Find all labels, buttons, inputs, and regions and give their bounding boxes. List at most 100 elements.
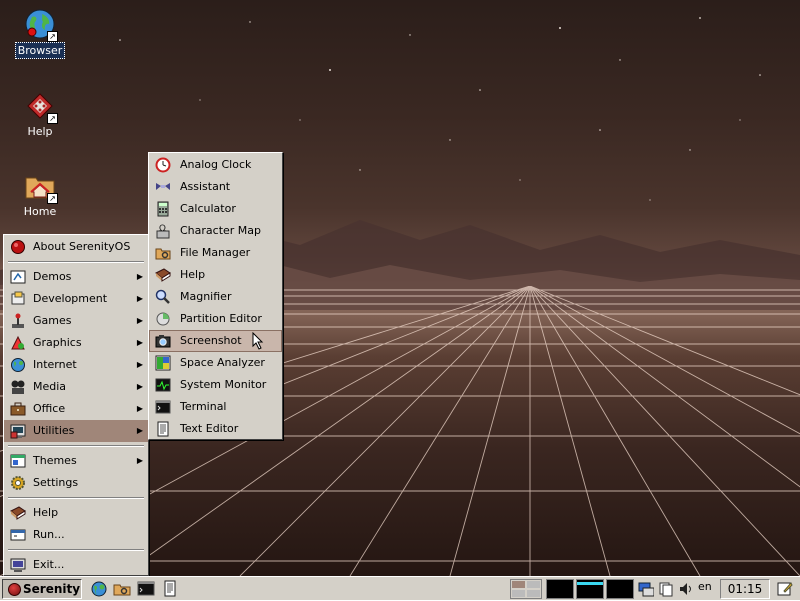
media-icon — [10, 379, 26, 395]
desktop-icon-browser[interactable]: ↗ Browser — [8, 8, 72, 59]
home-folder-icon: ↗ — [24, 170, 58, 204]
utilities-icon — [10, 423, 26, 439]
menu-item-office[interactable]: Office ▶ — [4, 398, 148, 420]
system-tray — [510, 579, 718, 599]
submenu-arrow-icon: ▶ — [136, 360, 143, 369]
terminal-icon — [137, 581, 155, 596]
submenu-arrow-icon: ▶ — [136, 294, 143, 303]
menu-separator — [4, 546, 148, 554]
system-monitor-icon — [155, 377, 171, 393]
clipboard-icon[interactable] — [658, 580, 674, 600]
run-icon — [10, 527, 26, 543]
quicklaunch-browser[interactable] — [90, 580, 108, 598]
development-icon — [10, 291, 26, 307]
submenu-arrow-icon: ▶ — [136, 426, 143, 435]
space-analyzer-icon — [155, 355, 171, 371]
memory-graph-icon — [576, 579, 604, 599]
workspace-grid-icon — [512, 581, 540, 597]
menu-item-exit[interactable]: Exit... — [4, 554, 148, 576]
clock-icon — [155, 157, 171, 173]
calculator-icon — [155, 201, 171, 217]
network-graph-icon — [606, 579, 634, 599]
menu-item-calculator[interactable]: Calculator — [149, 198, 282, 220]
serenity-logo-icon — [8, 583, 21, 596]
menu-item-help[interactable]: Help — [4, 502, 148, 524]
clock[interactable]: 01:15 — [720, 579, 770, 599]
demos-icon — [10, 269, 26, 285]
network-adapter-icon[interactable] — [638, 580, 655, 600]
magnifier-icon — [155, 289, 171, 305]
menu-item-help-utility[interactable]: Help — [149, 264, 282, 286]
internet-icon — [10, 357, 26, 373]
menu-item-games[interactable]: Games ▶ — [4, 310, 148, 332]
camera-icon — [155, 333, 171, 349]
exit-icon — [10, 557, 26, 573]
menu-separator — [4, 258, 148, 266]
cpu-graph-icon — [546, 579, 574, 599]
menu-item-internet[interactable]: Internet ▶ — [4, 354, 148, 376]
menu-item-terminal[interactable]: Terminal — [149, 396, 282, 418]
mouse-cursor-icon — [252, 332, 264, 350]
menu-item-system-monitor[interactable]: System Monitor — [149, 374, 282, 396]
taskbar: Serenity en 01:15 — [0, 576, 800, 600]
keyboard-language[interactable]: en — [698, 580, 712, 593]
submenu-arrow-icon: ▶ — [136, 338, 143, 347]
help-book-icon — [10, 505, 26, 521]
menu-item-utilities[interactable]: Utilities ▶ — [4, 420, 148, 442]
assistant-icon — [155, 179, 171, 195]
show-desktop-icon — [777, 582, 793, 596]
menu-item-media[interactable]: Media ▶ — [4, 376, 148, 398]
menu-item-partition-editor[interactable]: Partition Editor — [149, 308, 282, 330]
start-menu: About SerenityOS Demos ▶ Development ▶ Gam… — [3, 234, 149, 576]
volume-icon[interactable] — [678, 580, 694, 600]
partition-editor-icon — [155, 311, 171, 327]
menu-item-demos[interactable]: Demos ▶ — [4, 266, 148, 288]
submenu-arrow-icon: ▶ — [136, 382, 143, 391]
file-manager-icon — [113, 584, 131, 596]
themes-icon — [10, 453, 26, 469]
menu-item-graphics[interactable]: Graphics ▶ — [4, 332, 148, 354]
desktop-icon-label: Home — [23, 205, 57, 218]
file-manager-icon — [155, 245, 171, 261]
menu-separator — [4, 494, 148, 502]
submenu-arrow-icon: ▶ — [136, 316, 143, 325]
menu-item-themes[interactable]: Themes ▶ — [4, 450, 148, 472]
menu-item-magnifier[interactable]: Magnifier — [149, 286, 282, 308]
menu-item-settings[interactable]: Settings — [4, 472, 148, 494]
menu-item-analog-clock[interactable]: Analog Clock — [149, 154, 282, 176]
help-book-icon: ↗ — [24, 90, 58, 124]
menu-item-character-map[interactable]: Ω Character Map — [149, 220, 282, 242]
menu-item-assistant[interactable]: Assistant — [149, 176, 282, 198]
menu-item-space-analyzer[interactable]: Space Analyzer — [149, 352, 282, 374]
menu-item-about[interactable]: About SerenityOS — [4, 236, 148, 258]
help-book-icon — [155, 267, 171, 283]
workspace-switcher[interactable] — [510, 579, 542, 599]
joystick-icon — [10, 313, 26, 329]
terminal-icon — [155, 399, 171, 415]
start-button[interactable]: Serenity — [2, 579, 82, 599]
quicklaunch-text-editor[interactable] — [161, 580, 179, 598]
menu-item-development[interactable]: Development ▶ — [4, 288, 148, 310]
show-desktop-button[interactable] — [776, 580, 794, 598]
desktop-icon-label: Help — [27, 125, 53, 138]
utilities-submenu: Analog Clock Assistant Calculator Ω Char… — [148, 152, 283, 440]
settings-gear-icon — [10, 475, 26, 491]
globe-icon: ↗ — [24, 8, 58, 42]
text-editor-icon — [164, 580, 176, 597]
quicklaunch-file-manager[interactable] — [113, 580, 131, 598]
text-editor-icon — [155, 421, 171, 437]
graphics-icon — [10, 335, 26, 351]
menu-item-text-editor[interactable]: Text Editor — [149, 418, 282, 440]
desktop-icon-help[interactable]: ↗ Help — [8, 90, 72, 139]
menu-item-run[interactable]: Run... — [4, 524, 148, 546]
briefcase-icon — [10, 401, 26, 417]
character-map-icon: Ω — [155, 223, 171, 239]
svg-text:Ω: Ω — [159, 224, 166, 234]
desktop-icon-label: Browser — [14, 42, 66, 59]
submenu-arrow-icon: ▶ — [136, 456, 143, 465]
submenu-arrow-icon: ▶ — [136, 272, 143, 281]
quicklaunch-terminal[interactable] — [137, 580, 155, 598]
desktop-icon-home[interactable]: ↗ Home — [8, 170, 72, 219]
submenu-arrow-icon: ▶ — [136, 404, 143, 413]
menu-item-file-manager[interactable]: File Manager — [149, 242, 282, 264]
